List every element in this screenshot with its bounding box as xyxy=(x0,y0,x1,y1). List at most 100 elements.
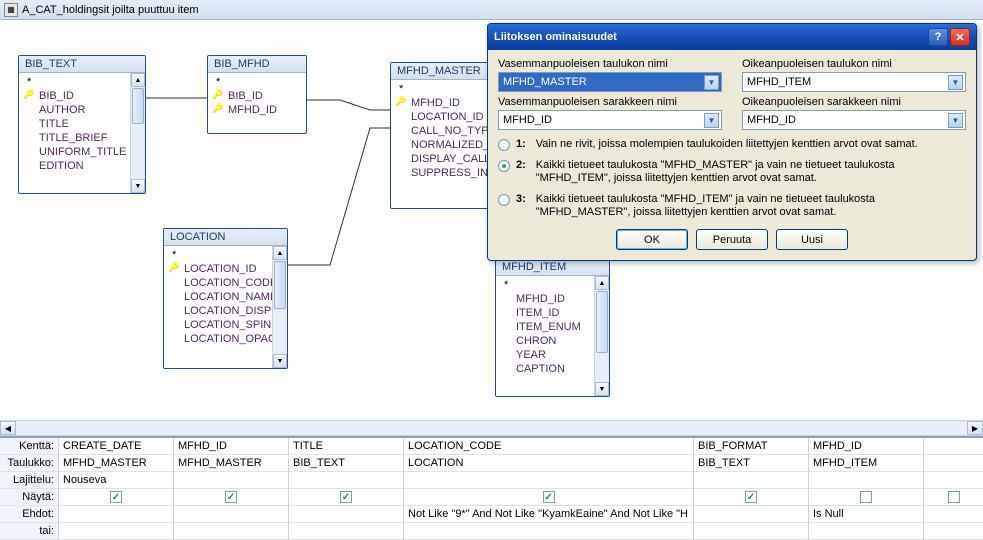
radio-icon[interactable] xyxy=(498,194,510,206)
grid-cell[interactable] xyxy=(924,523,983,540)
radio-icon[interactable] xyxy=(498,160,510,172)
field-star[interactable]: * xyxy=(19,75,129,89)
field-bib-id[interactable]: BIB_ID xyxy=(208,89,290,103)
show-checkbox-cell[interactable]: ✓ xyxy=(694,489,808,506)
scroll-down-icon[interactable]: ▼ xyxy=(273,354,287,368)
field-item-id[interactable]: ITEM_ID xyxy=(496,306,593,320)
field-mfhd-id[interactable]: MFHD_ID xyxy=(496,292,593,306)
checkbox-icon[interactable]: ✓ xyxy=(110,491,122,503)
chevron-down-icon[interactable]: ▼ xyxy=(704,75,719,90)
checkbox-icon[interactable]: ✓ xyxy=(543,491,555,503)
field-location-spine[interactable]: LOCATION_SPINE xyxy=(164,318,271,332)
grid-cell[interactable] xyxy=(59,506,173,523)
radio-icon[interactable] xyxy=(498,139,510,151)
field-star[interactable]: * xyxy=(164,248,271,262)
grid-cell[interactable] xyxy=(694,523,808,540)
grid-cell[interactable]: BIB_FORMAT xyxy=(694,438,808,455)
grid-cell[interactable] xyxy=(924,506,983,523)
show-checkbox-cell[interactable]: ✓ xyxy=(59,489,173,506)
scroll-thumb[interactable] xyxy=(596,291,608,353)
horizontal-scrollbar[interactable]: ◀ ▶ xyxy=(0,420,983,436)
grid-column-empty[interactable] xyxy=(923,438,983,540)
grid-column[interactable]: MFHD_IDMFHD_ITEMIs Null xyxy=(808,438,923,540)
show-checkbox-cell[interactable]: ✓ xyxy=(289,489,403,506)
right-table-select[interactable]: MFHD_ITEM ▼ xyxy=(742,72,966,92)
checkbox-icon[interactable]: ✓ xyxy=(225,491,237,503)
grid-cell[interactable] xyxy=(809,472,923,489)
checkbox-icon[interactable] xyxy=(948,491,960,503)
relationship-canvas[interactable]: BIB_TEXT * BIB_ID AUTHOR TITLE TITLE_BRI… xyxy=(0,20,983,420)
show-checkbox-cell[interactable]: ✓ xyxy=(404,489,693,506)
grid-cell[interactable]: BIB_TEXT xyxy=(694,455,808,472)
grid-cell[interactable] xyxy=(289,523,403,540)
field-bib-id[interactable]: BIB_ID xyxy=(19,89,129,103)
field-caption[interactable]: CAPTION xyxy=(496,362,593,376)
field-location-displa[interactable]: LOCATION_DISPLA xyxy=(164,304,271,318)
grid-cell[interactable] xyxy=(289,472,403,489)
new-button[interactable]: Uusi xyxy=(776,229,848,250)
scroll-down-icon[interactable]: ▼ xyxy=(595,382,609,396)
field-location-id[interactable]: LOCATION_ID xyxy=(164,262,271,276)
scroll-right-icon[interactable]: ▶ xyxy=(967,421,983,435)
table-title[interactable]: BIB_MFHD xyxy=(208,56,306,73)
grid-cell[interactable] xyxy=(59,523,173,540)
cancel-button[interactable]: Peruuta xyxy=(696,229,768,250)
grid-cell[interactable] xyxy=(404,472,693,489)
field-author[interactable]: AUTHOR xyxy=(19,103,129,117)
scroll-thumb[interactable] xyxy=(132,88,144,124)
field-year[interactable]: YEAR xyxy=(496,348,593,362)
grid-column[interactable]: CREATE_DATEMFHD_MASTERNouseva ✓ xyxy=(58,438,173,540)
scroll-up-icon[interactable]: ▲ xyxy=(595,276,609,290)
scroll-thumb[interactable] xyxy=(274,261,286,309)
grid-cell[interactable] xyxy=(809,523,923,540)
scroll-down-icon[interactable]: ▼ xyxy=(131,179,145,193)
close-button[interactable]: ✕ xyxy=(950,28,970,46)
grid-column[interactable]: LOCATION_CODELOCATION ✓ Not Like "9*" And … xyxy=(403,438,693,540)
field-star[interactable]: * xyxy=(208,75,290,89)
grid-cell[interactable]: MFHD_MASTER xyxy=(174,455,288,472)
checkbox-icon[interactable]: ✓ xyxy=(340,491,352,503)
table-title[interactable]: BIB_TEXT xyxy=(19,56,145,73)
scroll-up-icon[interactable]: ▲ xyxy=(273,246,287,260)
field-star[interactable]: * xyxy=(496,278,593,292)
join-option-2[interactable]: 2: Kaikki tietueet taulukosta "MFHD_MAST… xyxy=(498,155,966,189)
grid-cell[interactable] xyxy=(924,438,983,455)
grid-column[interactable]: MFHD_IDMFHD_MASTER ✓ xyxy=(173,438,288,540)
grid-cell[interactable]: MFHD_ITEM xyxy=(809,455,923,472)
chevron-down-icon[interactable]: ▼ xyxy=(948,75,963,90)
design-grid[interactable]: Kenttä: Taulukko: Lajittelu: Näytä: Ehdo… xyxy=(0,436,983,540)
grid-cell[interactable] xyxy=(694,472,808,489)
table-title[interactable]: LOCATION xyxy=(164,229,287,246)
join-option-3[interactable]: 3: Kaikki tietueet taulukosta "MFHD_ITEM… xyxy=(498,189,966,223)
ok-button[interactable]: OK xyxy=(616,229,688,250)
grid-cell[interactable]: LOCATION xyxy=(404,455,693,472)
field-location-code[interactable]: LOCATION_CODE xyxy=(164,276,271,290)
scroll-track[interactable] xyxy=(16,421,967,435)
grid-cell[interactable]: BIB_TEXT xyxy=(289,455,403,472)
scrollbar-vertical[interactable]: ▲ ▼ xyxy=(130,73,145,193)
checkbox-icon[interactable]: ✓ xyxy=(745,491,757,503)
grid-cell[interactable]: CREATE_DATE xyxy=(59,438,173,455)
left-table-select[interactable]: MFHD_MASTER ▼ xyxy=(498,72,722,92)
show-checkbox-cell[interactable] xyxy=(809,489,923,506)
table-mfhd-item[interactable]: MFHD_ITEM * MFHD_ID ITEM_ID ITEM_ENUM CH… xyxy=(495,258,610,397)
grid-cell[interactable] xyxy=(174,472,288,489)
grid-cell[interactable] xyxy=(924,455,983,472)
field-edition[interactable]: EDITION xyxy=(19,159,129,173)
grid-column[interactable]: BIB_FORMATBIB_TEXT ✓ xyxy=(693,438,808,540)
field-title-brief[interactable]: TITLE_BRIEF xyxy=(19,131,129,145)
help-button[interactable]: ? xyxy=(928,28,948,46)
grid-cell[interactable] xyxy=(289,506,403,523)
grid-cell[interactable]: MFHD_ID xyxy=(174,438,288,455)
join-option-1[interactable]: 1: Vain ne rivit, joissa molempien taulu… xyxy=(498,134,966,155)
right-col-select[interactable]: MFHD_ID ▼ xyxy=(742,110,966,130)
grid-cell[interactable]: TITLE xyxy=(289,438,403,455)
grid-cell[interactable]: Nouseva xyxy=(59,472,173,489)
scroll-left-icon[interactable]: ◀ xyxy=(0,421,16,435)
grid-cell[interactable] xyxy=(924,489,983,506)
scroll-up-icon[interactable]: ▲ xyxy=(131,73,145,87)
grid-cell[interactable]: MFHD_MASTER xyxy=(59,455,173,472)
table-bib-text[interactable]: BIB_TEXT * BIB_ID AUTHOR TITLE TITLE_BRI… xyxy=(18,55,146,194)
grid-cell[interactable]: Not Like "9*" And Not Like "KyamkEaine" … xyxy=(404,506,693,523)
grid-cell[interactable]: LOCATION_CODE xyxy=(404,438,693,455)
